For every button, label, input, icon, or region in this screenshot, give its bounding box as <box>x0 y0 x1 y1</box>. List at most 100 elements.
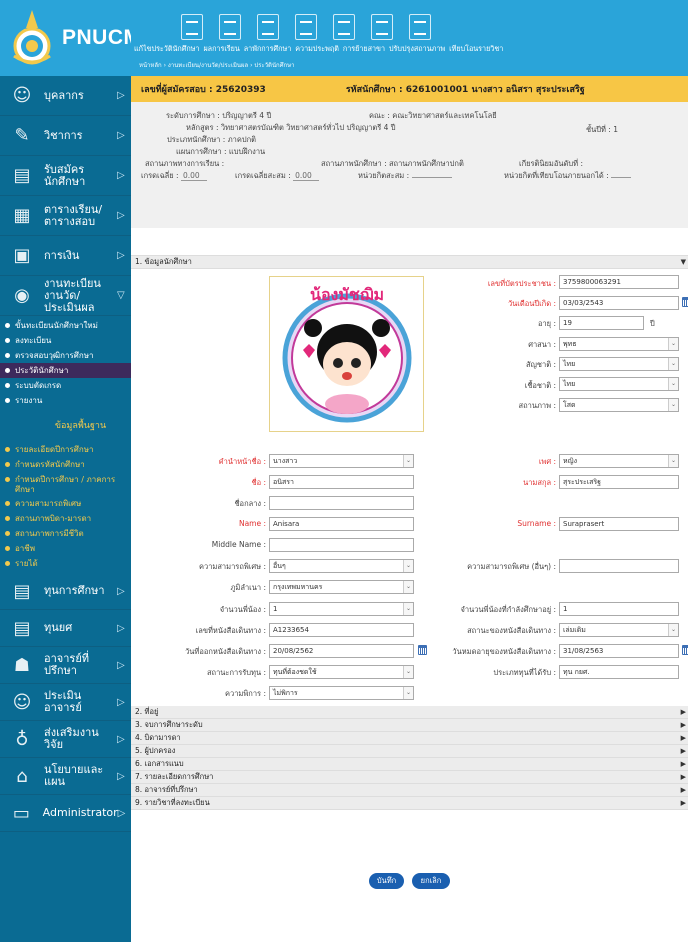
submenu-item[interactable]: กำหนดปีการศึกษา / ภาคการศึกษา <box>0 472 131 496</box>
submenu-section-title: ข้อมูลพื้นฐาน <box>54 421 107 431</box>
surname-en-input[interactable]: Suraprasert <box>559 517 679 531</box>
submenu-item[interactable]: ลงทะเบียน <box>0 333 131 348</box>
sidebar-item[interactable]: ▤ รับสมัครนักศึกษา ▷ <box>0 156 131 196</box>
submenu-item[interactable]: รายงาน <box>0 393 131 408</box>
id-card-input[interactable]: 3759800063291 <box>559 275 679 289</box>
chevron-right-icon: ▶ <box>680 747 686 755</box>
passport-input[interactable]: A1233654 <box>269 623 414 637</box>
nationality-value: ไทย <box>563 359 576 368</box>
talent-other-input[interactable] <box>559 559 679 573</box>
submenu-item[interactable]: ขั้นทะเบียนนักศึกษาใหม่ <box>0 318 131 333</box>
aid-type-input[interactable]: ทุน กยศ. <box>559 665 679 679</box>
top-nav-item[interactable]: ปรับปรุงสถานภาพ <box>389 44 445 55</box>
sidebar-item[interactable]: ◉ งานทะเบียน งานวัด/ประเมินผล ▽ <box>0 276 131 316</box>
section-student-info[interactable]: 1. ข้อมูลนักศึกษา ▼ <box>131 256 688 269</box>
top-nav-item[interactable]: ความประพฤติ <box>295 44 339 55</box>
chevron-right-icon: ▷ <box>117 210 125 221</box>
submenu-item[interactable]: รายละเอียดปีการศึกษา <box>0 442 131 457</box>
name-en-input[interactable]: Anisara <box>269 517 414 531</box>
issue-input[interactable]: 20/08/2562 <box>269 644 414 658</box>
submenu-item[interactable]: ความสามารถพิเศษ <box>0 496 131 511</box>
toolbar-document-icon[interactable] <box>295 14 317 40</box>
submenu-item[interactable]: สถานภาพบิดา-มารดา <box>0 511 131 526</box>
top-nav-item[interactable]: ผลการเรียน <box>203 44 239 55</box>
top-nav-item[interactable]: เทียบโอนรายวิชา <box>449 44 503 55</box>
religion-value: พุทธ <box>563 339 577 348</box>
sidebar-item[interactable]: ▤ ทุนการศึกษา ▷ <box>0 573 131 610</box>
calendar-icon[interactable] <box>682 297 688 307</box>
top-nav-item[interactable]: ลาพักการศึกษา <box>244 44 291 55</box>
talent-select[interactable]: อื่นๆ ⌄ <box>269 559 414 573</box>
sidebar-item[interactable]: ✎ วิชาการ ▷ <box>0 116 131 156</box>
toolbar-document-icon[interactable] <box>257 14 279 40</box>
dob-input[interactable]: 03/03/2543 <box>559 296 679 310</box>
section-header[interactable]: 5. ผู้ปกครอง ▶ <box>131 745 688 758</box>
section-header[interactable]: 4. บิดามารดา ▶ <box>131 732 688 745</box>
chevron-right-icon: ▷ <box>117 696 125 708</box>
nationality-select[interactable]: ไทย ⌄ <box>559 357 679 371</box>
siblings-study-value: 1 <box>563 605 568 613</box>
marital-label: สถานภาพ : <box>518 401 556 410</box>
siblings-study-input[interactable]: 1 <box>559 602 679 616</box>
section-header[interactable]: 6. เอกสารแนบ ▶ <box>131 758 688 771</box>
submenu-item[interactable]: ประวัตินักศึกษา <box>0 363 131 378</box>
prefix-select[interactable]: นางสาว ⌄ <box>269 454 414 468</box>
sidebar-item[interactable]: ☺ บุคลากร ▷ <box>0 76 131 116</box>
calendar-icon[interactable] <box>682 645 688 655</box>
gender-select[interactable]: หญิง ⌄ <box>559 454 679 468</box>
section-header[interactable]: 8. อาจารย์ที่ปรึกษา ▶ <box>131 784 688 797</box>
submenu-item[interactable]: สถานภาพการมีชีวิต <box>0 526 131 541</box>
mname-en-input[interactable] <box>269 538 414 552</box>
submenu-item[interactable]: อาชีพ <box>0 541 131 556</box>
section-title: 9. รายวิชาที่ลงทะเบียน <box>135 798 210 807</box>
ethnicity-select[interactable]: ไทย ⌄ <box>559 377 679 391</box>
calendar-icon[interactable] <box>418 645 427 655</box>
talent-value: อื่นๆ <box>273 561 286 570</box>
toolbar-document-icon[interactable] <box>409 14 431 40</box>
toolbar-document-icon[interactable] <box>371 14 393 40</box>
cancel-button[interactable]: ยกเลิก <box>412 873 450 889</box>
sidebar-item[interactable]: ☗ อาจารย์ที่ปรึกษา ▷ <box>0 647 131 684</box>
sidebar-item-label: บุคลากร <box>44 88 84 102</box>
top-nav-item[interactable]: แก้ไขประวัตินักศึกษา <box>134 44 199 55</box>
submenu-item[interactable]: รายได้ <box>0 556 131 571</box>
fname-input[interactable]: อนิสรา <box>269 475 414 489</box>
section-header[interactable]: 3. จบการศึกษาระดับ ▶ <box>131 719 688 732</box>
monitor-icon: ▭ <box>12 802 30 824</box>
lname-input[interactable]: สุระประเสริฐ <box>559 475 679 489</box>
aid-select[interactable]: ทุนที่ต้องชดใช้ ⌄ <box>269 665 414 679</box>
submenu-item[interactable]: ตรวจสอบวุฒิการศึกษา <box>0 348 131 363</box>
toolbar-document-icon[interactable] <box>219 14 241 40</box>
disability-select[interactable]: ไม่พิการ ⌄ <box>269 686 414 700</box>
sidebar-item[interactable]: ♁ ส่งเสริมงานวิจัย ▷ <box>0 721 131 758</box>
document-icon: ▤ <box>13 165 31 186</box>
sidebar-item[interactable]: ▦ ตารางเรียน/ ตารางสอบ ▷ <box>0 196 131 236</box>
toolbar-document-icon[interactable] <box>333 14 355 40</box>
surname-en-value: Suraprasert <box>563 520 605 528</box>
siblings-select[interactable]: 1 ⌄ <box>269 602 414 616</box>
aid-type-value: ทุน กยศ. <box>563 667 590 676</box>
toolbar-document-icon[interactable] <box>181 14 203 40</box>
education-level: ระดับการศึกษา : ปริญญาตรี 4 ปี <box>166 111 272 120</box>
section-header[interactable]: 2. ที่อยู่ ▶ <box>131 706 688 719</box>
honor: เกียรตินิยมอันดับที่ : <box>519 159 583 168</box>
sidebar-item[interactable]: ▣ การเงิน ▷ <box>0 236 131 276</box>
section-header[interactable]: 7. รายละเอียดการศึกษา ▶ <box>131 771 688 784</box>
expire-input[interactable]: 31/08/2563 <box>559 644 679 658</box>
sidebar-item[interactable]: ⌂ นโยบายและแผน ▷ <box>0 758 131 795</box>
submenu-item[interactable]: ระบบตัดเกรด <box>0 378 131 393</box>
mname-input[interactable] <box>269 496 414 510</box>
save-button[interactable]: บันทึก <box>369 873 404 889</box>
marital-select[interactable]: โสด ⌄ <box>559 398 679 412</box>
section-header[interactable]: 9. รายวิชาที่ลงทะเบียน ▶ <box>131 797 688 810</box>
sidebar-item[interactable]: ▭ Administrator ▷ <box>0 795 131 832</box>
submenu-item[interactable]: กำหนดรหัสนักศึกษา <box>0 457 131 472</box>
religion-select[interactable]: พุทธ ⌄ <box>559 337 679 351</box>
top-nav-item[interactable]: การย้ายสาขา <box>343 44 385 55</box>
sidebar-item[interactable]: ▤ ทุนยศ ▷ <box>0 610 131 647</box>
hometown-select[interactable]: กรุงเทพมหานคร ⌄ <box>269 580 414 594</box>
study-plan: แผนการศึกษา : แบบฝึกงาน <box>176 147 266 156</box>
sidebar-item[interactable]: ☺ ประเมินอาจารย์ ▷ <box>0 684 131 721</box>
age-input[interactable]: 19 <box>559 316 644 330</box>
passport-status-select[interactable]: เล่มเดิม ⌄ <box>559 623 679 637</box>
